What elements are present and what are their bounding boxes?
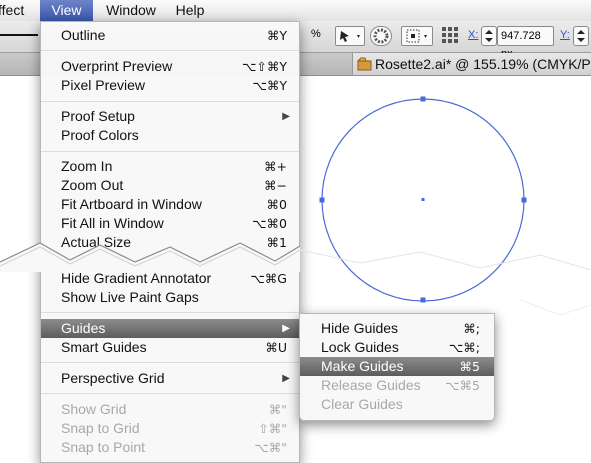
menu-item-hide-guides[interactable]: Hide Guides ⌘; [300,319,494,338]
menu-item-show-live-paint-gaps[interactable]: Show Live Paint Gaps [41,288,299,307]
menu-separator [41,151,299,152]
guides-submenu: Hide Guides ⌘; Lock Guides ⌥⌘; Make Guid… [299,313,495,421]
menu-item-show-grid[interactable]: Show Grid ⌘" [41,400,299,419]
menu-item-label: Zoom Out [61,177,124,193]
menu-item-label: Show Live Paint Gaps [61,289,199,305]
menu-item-label: Smart Guides [61,339,147,355]
menu-item-shortcut: ⌥⌘0 [252,216,287,231]
menu-item-label: Release Guides [321,377,421,393]
menu-item-actual-size[interactable]: Actual Size ⌘1 [41,233,299,252]
menu-item-fit-all[interactable]: Fit All in Window ⌥⌘0 [41,214,299,233]
menu-item-label: Lock Guides [321,339,399,355]
menu-item-shortcut: ⌥⌘" [254,440,287,455]
menu-separator [41,50,299,51]
menu-item-shortcut: ⌘U [265,340,287,355]
menu-item-snap-to-point[interactable]: Snap to Point ⌥⌘" [41,438,299,457]
submenu-arrow-icon: ▶ [282,323,290,334]
menu-item-make-guides[interactable]: Make Guides ⌘5 [300,357,494,376]
menu-item-perspective-grid[interactable]: Perspective Grid ▶ [41,369,299,388]
menu-item-pixel-preview[interactable]: Pixel Preview ⌥⌘Y [41,76,299,95]
submenu-arrow-icon: ▶ [282,373,290,384]
menu-item-shortcut: ⌘" [268,402,287,417]
menu-item-hide-gradient-annotator[interactable]: Hide Gradient Annotator ⌥⌘G [41,269,299,288]
menu-item-shortcut: ⌘Y [266,28,287,43]
menu-item-proof-colors[interactable]: Proof Colors [41,126,299,145]
menu-separator [41,393,299,394]
menu-item-label: Pixel Preview [61,77,146,93]
menu-item-shortcut: ⌥⌘; [448,340,480,355]
menu-item-label: Make Guides [321,358,404,374]
menu-item-shortcut: ⌥⇧⌘Y [241,59,287,74]
menu-item-label: Hide Gradient Annotator [61,270,212,286]
menu-item-proof-setup[interactable]: Proof Setup ▶ [41,107,299,126]
menu-item-label: Hide Guides [321,320,399,336]
menu-item-label: Show Grid [61,401,127,417]
menu-item-label: Zoom In [61,158,113,174]
menu-separator [41,312,299,313]
menu-item-label: Proof Setup [61,108,135,124]
menu-item-shortcut: ⇧⌘" [258,421,287,436]
menu-item-label: Fit All in Window [61,215,164,231]
menu-item-label: Snap to Grid [61,420,140,436]
menu-item-shortcut: ⌘0 [266,197,287,212]
menu-item-label: Proof Colors [61,127,139,143]
menu-item-snap-to-grid[interactable]: Snap to Grid ⇧⌘" [41,419,299,438]
menu-item-label: Guides [61,320,106,336]
menu-item-label: Outline [61,27,106,43]
menu-separator [41,362,299,363]
menu-item-shortcut: ⌥⌘G [250,271,287,286]
menu-item-clear-guides[interactable]: Clear Guides [300,395,494,414]
menu-item-label: Clear Guides [321,396,403,412]
menu-item-outline[interactable]: Outline ⌘Y [41,26,299,45]
view-menu-dropdown: Outline ⌘Y Overprint Preview ⌥⇧⌘Y Pixel … [40,21,300,463]
submenu-arrow-icon: ▶ [282,111,290,122]
menu-item-label: Perspective Grid [61,370,165,386]
menu-item-zoom-out[interactable]: Zoom Out ⌘− [41,176,299,195]
menu-item-guides[interactable]: Guides ▶ [41,319,299,338]
menu-separator [41,101,299,102]
menu-item-zoom-in[interactable]: Zoom In ⌘+ [41,157,299,176]
menu-item-label: Fit Artboard in Window [61,196,202,212]
menu-item-label: Overprint Preview [61,58,173,74]
menu-item-shortcut: ⌘1 [266,235,287,250]
menu-item-shortcut: ⌥⌘Y [252,78,287,93]
menu-item-smart-guides[interactable]: Smart Guides ⌘U [41,338,299,357]
menu-item-lock-guides[interactable]: Lock Guides ⌥⌘; [300,338,494,357]
menu-item-shortcut: ⌘5 [459,359,480,374]
menu-item-overprint-preview[interactable]: Overprint Preview ⌥⇧⌘Y [41,57,299,76]
menu-item-release-guides[interactable]: Release Guides ⌥⌘5 [300,376,494,395]
menu-item-fit-artboard[interactable]: Fit Artboard in Window ⌘0 [41,195,299,214]
menu-item-label: Actual Size [61,234,132,250]
menu-item-shortcut: ⌘+ [264,159,287,174]
menu-item-shortcut: ⌥⌘5 [445,378,480,393]
menu-item-shortcut: ⌘; [463,321,480,336]
menu-item-label: Snap to Point [61,439,146,455]
menu-item-shortcut: ⌘− [264,178,287,193]
